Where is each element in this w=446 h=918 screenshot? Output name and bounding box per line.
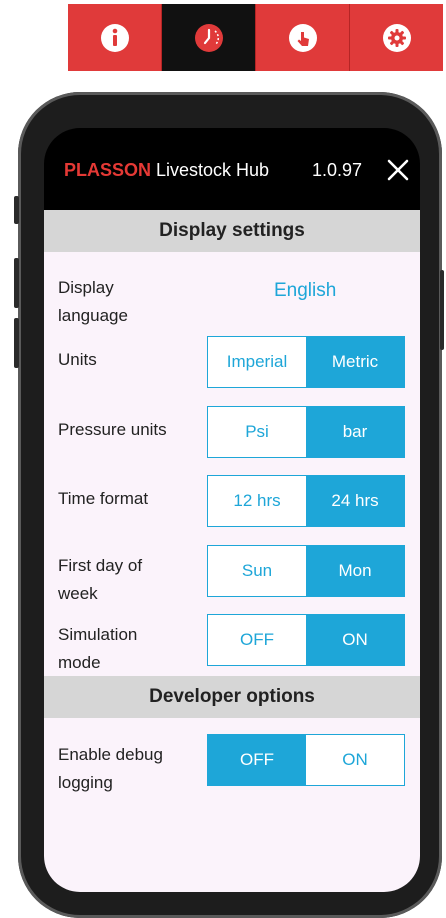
tab-schedule[interactable] [162, 4, 256, 71]
tab-settings[interactable] [350, 4, 443, 71]
display-language-label: Display language [58, 278, 128, 325]
debug-logging-toggle: OFF ON [207, 734, 405, 786]
time-24hrs-option[interactable]: 24 hrs [306, 476, 404, 526]
simulation-mode-label: Simulation mode [58, 625, 138, 672]
phone-screen: PLASSON Livestock Hub 1.0.97 Display set… [44, 128, 420, 892]
first-day-toggle: Sun Mon [207, 545, 405, 597]
simulation-off-option[interactable]: OFF [208, 615, 306, 665]
simulation-mode-toggle: OFF ON [207, 614, 405, 666]
app-header: PLASSON Livestock Hub 1.0.97 [44, 128, 420, 210]
settings-panel: Display settings Display language Englis… [44, 210, 420, 892]
touch-icon [288, 23, 318, 53]
debug-on-option[interactable]: ON [306, 735, 404, 785]
phone-power-button [440, 270, 444, 350]
pressure-units-label: Pressure units [58, 420, 167, 439]
close-button[interactable] [386, 158, 410, 182]
section-developer-options: Developer options [44, 676, 420, 718]
first-day-mon-option[interactable]: Mon [306, 546, 404, 596]
debug-logging-label: Enable debug logging [58, 745, 163, 792]
app-title: PLASSON Livestock Hub [64, 160, 269, 181]
top-tab-bar [68, 4, 443, 71]
first-day-label: First day of week [58, 556, 143, 603]
gear-icon [382, 23, 412, 53]
units-metric-option[interactable]: Metric [306, 337, 404, 387]
phone-side-button [14, 318, 19, 368]
phone-side-button [14, 196, 19, 224]
pressure-psi-option[interactable]: Psi [208, 407, 306, 457]
app-version: 1.0.97 [312, 160, 363, 180]
first-day-sun-option[interactable]: Sun [208, 546, 306, 596]
units-toggle: Imperial Metric [207, 336, 405, 388]
units-imperial-option[interactable]: Imperial [208, 337, 306, 387]
time-format-toggle: 12 hrs 24 hrs [207, 475, 405, 527]
pressure-units-toggle: Psi bar [207, 406, 405, 458]
pressure-bar-option[interactable]: bar [306, 407, 404, 457]
info-icon [100, 23, 130, 53]
simulation-on-option[interactable]: ON [306, 615, 404, 665]
brand-name: PLASSON [64, 160, 152, 180]
phone-side-button [14, 258, 19, 308]
app-name: Livestock Hub [151, 160, 270, 180]
units-label: Units [58, 350, 97, 369]
debug-off-option[interactable]: OFF [208, 735, 306, 785]
close-icon [386, 159, 410, 186]
time-12hrs-option[interactable]: 12 hrs [208, 476, 306, 526]
tab-manual[interactable] [256, 4, 350, 71]
tab-info[interactable] [68, 4, 162, 71]
display-language-value[interactable]: English [274, 280, 336, 302]
clock-icon [194, 23, 224, 53]
time-format-label: Time format [58, 489, 149, 508]
section-display-settings: Display settings [44, 210, 420, 252]
